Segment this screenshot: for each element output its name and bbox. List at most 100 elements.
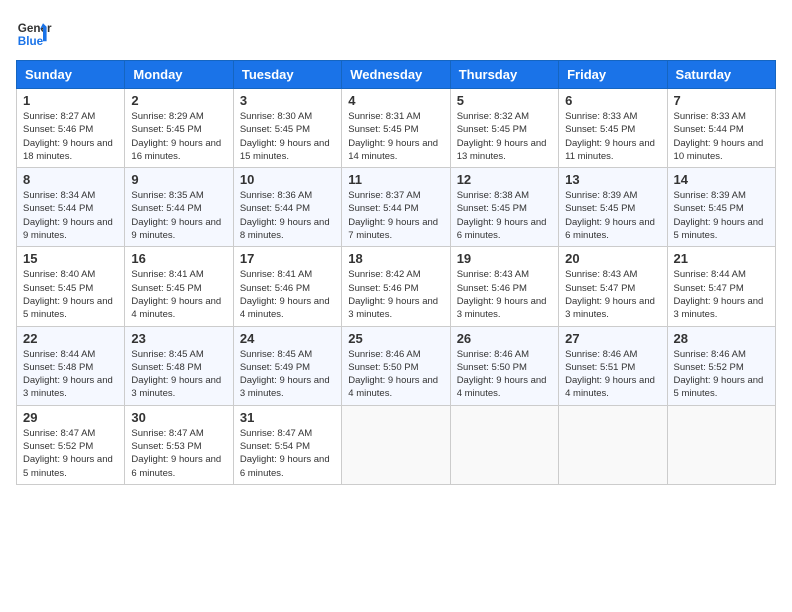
calendar-cell: 1 Sunrise: 8:27 AM Sunset: 5:46 PM Dayli… bbox=[17, 89, 125, 168]
calendar-cell: 16 Sunrise: 8:41 AM Sunset: 5:45 PM Dayl… bbox=[125, 247, 233, 326]
cell-content: Sunrise: 8:37 AM Sunset: 5:44 PM Dayligh… bbox=[348, 189, 443, 242]
cell-content: Sunrise: 8:44 AM Sunset: 5:48 PM Dayligh… bbox=[23, 348, 118, 401]
cell-content: Sunrise: 8:46 AM Sunset: 5:51 PM Dayligh… bbox=[565, 348, 660, 401]
calendar-cell bbox=[450, 405, 558, 484]
calendar-cell: 18 Sunrise: 8:42 AM Sunset: 5:46 PM Dayl… bbox=[342, 247, 450, 326]
cell-content: Sunrise: 8:39 AM Sunset: 5:45 PM Dayligh… bbox=[565, 189, 660, 242]
cell-content: Sunrise: 8:45 AM Sunset: 5:49 PM Dayligh… bbox=[240, 348, 335, 401]
cell-content: Sunrise: 8:46 AM Sunset: 5:50 PM Dayligh… bbox=[457, 348, 552, 401]
calendar-table: SundayMondayTuesdayWednesdayThursdayFrid… bbox=[16, 60, 776, 485]
calendar-cell: 24 Sunrise: 8:45 AM Sunset: 5:49 PM Dayl… bbox=[233, 326, 341, 405]
day-number: 8 bbox=[23, 172, 118, 187]
calendar-cell: 28 Sunrise: 8:46 AM Sunset: 5:52 PM Dayl… bbox=[667, 326, 775, 405]
cell-content: Sunrise: 8:43 AM Sunset: 5:47 PM Dayligh… bbox=[565, 268, 660, 321]
calendar-cell: 31 Sunrise: 8:47 AM Sunset: 5:54 PM Dayl… bbox=[233, 405, 341, 484]
calendar-cell: 22 Sunrise: 8:44 AM Sunset: 5:48 PM Dayl… bbox=[17, 326, 125, 405]
calendar-cell: 19 Sunrise: 8:43 AM Sunset: 5:46 PM Dayl… bbox=[450, 247, 558, 326]
cell-content: Sunrise: 8:40 AM Sunset: 5:45 PM Dayligh… bbox=[23, 268, 118, 321]
day-header-friday: Friday bbox=[559, 61, 667, 89]
cell-content: Sunrise: 8:31 AM Sunset: 5:45 PM Dayligh… bbox=[348, 110, 443, 163]
calendar-cell bbox=[342, 405, 450, 484]
cell-content: Sunrise: 8:27 AM Sunset: 5:46 PM Dayligh… bbox=[23, 110, 118, 163]
day-number: 21 bbox=[674, 251, 769, 266]
page-header: General Blue bbox=[16, 16, 776, 52]
calendar-week-1: 1 Sunrise: 8:27 AM Sunset: 5:46 PM Dayli… bbox=[17, 89, 776, 168]
svg-text:General: General bbox=[18, 22, 52, 35]
day-number: 1 bbox=[23, 93, 118, 108]
cell-content: Sunrise: 8:35 AM Sunset: 5:44 PM Dayligh… bbox=[131, 189, 226, 242]
cell-content: Sunrise: 8:29 AM Sunset: 5:45 PM Dayligh… bbox=[131, 110, 226, 163]
calendar-cell: 17 Sunrise: 8:41 AM Sunset: 5:46 PM Dayl… bbox=[233, 247, 341, 326]
cell-content: Sunrise: 8:38 AM Sunset: 5:45 PM Dayligh… bbox=[457, 189, 552, 242]
day-number: 19 bbox=[457, 251, 552, 266]
day-header-monday: Monday bbox=[125, 61, 233, 89]
day-number: 31 bbox=[240, 410, 335, 425]
day-number: 4 bbox=[348, 93, 443, 108]
svg-text:Blue: Blue bbox=[18, 35, 44, 48]
day-number: 24 bbox=[240, 331, 335, 346]
cell-content: Sunrise: 8:43 AM Sunset: 5:46 PM Dayligh… bbox=[457, 268, 552, 321]
day-number: 13 bbox=[565, 172, 660, 187]
logo-icon: General Blue bbox=[16, 16, 52, 52]
calendar-header-row: SundayMondayTuesdayWednesdayThursdayFrid… bbox=[17, 61, 776, 89]
calendar-cell bbox=[667, 405, 775, 484]
cell-content: Sunrise: 8:46 AM Sunset: 5:52 PM Dayligh… bbox=[674, 348, 769, 401]
calendar-cell: 29 Sunrise: 8:47 AM Sunset: 5:52 PM Dayl… bbox=[17, 405, 125, 484]
day-number: 17 bbox=[240, 251, 335, 266]
day-number: 12 bbox=[457, 172, 552, 187]
day-header-saturday: Saturday bbox=[667, 61, 775, 89]
day-number: 26 bbox=[457, 331, 552, 346]
day-number: 5 bbox=[457, 93, 552, 108]
day-number: 23 bbox=[131, 331, 226, 346]
calendar-cell: 4 Sunrise: 8:31 AM Sunset: 5:45 PM Dayli… bbox=[342, 89, 450, 168]
calendar-cell: 8 Sunrise: 8:34 AM Sunset: 5:44 PM Dayli… bbox=[17, 168, 125, 247]
calendar-cell bbox=[559, 405, 667, 484]
calendar-week-2: 8 Sunrise: 8:34 AM Sunset: 5:44 PM Dayli… bbox=[17, 168, 776, 247]
day-number: 25 bbox=[348, 331, 443, 346]
calendar-cell: 23 Sunrise: 8:45 AM Sunset: 5:48 PM Dayl… bbox=[125, 326, 233, 405]
calendar-cell: 5 Sunrise: 8:32 AM Sunset: 5:45 PM Dayli… bbox=[450, 89, 558, 168]
cell-content: Sunrise: 8:36 AM Sunset: 5:44 PM Dayligh… bbox=[240, 189, 335, 242]
day-number: 16 bbox=[131, 251, 226, 266]
calendar-cell: 11 Sunrise: 8:37 AM Sunset: 5:44 PM Dayl… bbox=[342, 168, 450, 247]
cell-content: Sunrise: 8:32 AM Sunset: 5:45 PM Dayligh… bbox=[457, 110, 552, 163]
calendar-cell: 10 Sunrise: 8:36 AM Sunset: 5:44 PM Dayl… bbox=[233, 168, 341, 247]
day-number: 27 bbox=[565, 331, 660, 346]
calendar-cell: 14 Sunrise: 8:39 AM Sunset: 5:45 PM Dayl… bbox=[667, 168, 775, 247]
day-number: 11 bbox=[348, 172, 443, 187]
cell-content: Sunrise: 8:44 AM Sunset: 5:47 PM Dayligh… bbox=[674, 268, 769, 321]
cell-content: Sunrise: 8:39 AM Sunset: 5:45 PM Dayligh… bbox=[674, 189, 769, 242]
day-number: 20 bbox=[565, 251, 660, 266]
calendar-cell: 2 Sunrise: 8:29 AM Sunset: 5:45 PM Dayli… bbox=[125, 89, 233, 168]
cell-content: Sunrise: 8:41 AM Sunset: 5:46 PM Dayligh… bbox=[240, 268, 335, 321]
cell-content: Sunrise: 8:46 AM Sunset: 5:50 PM Dayligh… bbox=[348, 348, 443, 401]
day-number: 30 bbox=[131, 410, 226, 425]
calendar-cell: 13 Sunrise: 8:39 AM Sunset: 5:45 PM Dayl… bbox=[559, 168, 667, 247]
calendar-cell: 6 Sunrise: 8:33 AM Sunset: 5:45 PM Dayli… bbox=[559, 89, 667, 168]
cell-content: Sunrise: 8:47 AM Sunset: 5:53 PM Dayligh… bbox=[131, 427, 226, 480]
calendar-cell: 20 Sunrise: 8:43 AM Sunset: 5:47 PM Dayl… bbox=[559, 247, 667, 326]
calendar-cell: 9 Sunrise: 8:35 AM Sunset: 5:44 PM Dayli… bbox=[125, 168, 233, 247]
calendar-cell: 26 Sunrise: 8:46 AM Sunset: 5:50 PM Dayl… bbox=[450, 326, 558, 405]
day-number: 14 bbox=[674, 172, 769, 187]
calendar-cell: 25 Sunrise: 8:46 AM Sunset: 5:50 PM Dayl… bbox=[342, 326, 450, 405]
day-number: 29 bbox=[23, 410, 118, 425]
cell-content: Sunrise: 8:34 AM Sunset: 5:44 PM Dayligh… bbox=[23, 189, 118, 242]
day-number: 9 bbox=[131, 172, 226, 187]
day-number: 3 bbox=[240, 93, 335, 108]
day-number: 6 bbox=[565, 93, 660, 108]
cell-content: Sunrise: 8:42 AM Sunset: 5:46 PM Dayligh… bbox=[348, 268, 443, 321]
calendar-cell: 3 Sunrise: 8:30 AM Sunset: 5:45 PM Dayli… bbox=[233, 89, 341, 168]
day-header-tuesday: Tuesday bbox=[233, 61, 341, 89]
cell-content: Sunrise: 8:41 AM Sunset: 5:45 PM Dayligh… bbox=[131, 268, 226, 321]
day-number: 7 bbox=[674, 93, 769, 108]
logo: General Blue bbox=[16, 16, 52, 52]
cell-content: Sunrise: 8:30 AM Sunset: 5:45 PM Dayligh… bbox=[240, 110, 335, 163]
day-number: 15 bbox=[23, 251, 118, 266]
cell-content: Sunrise: 8:33 AM Sunset: 5:44 PM Dayligh… bbox=[674, 110, 769, 163]
day-number: 10 bbox=[240, 172, 335, 187]
calendar-cell: 15 Sunrise: 8:40 AM Sunset: 5:45 PM Dayl… bbox=[17, 247, 125, 326]
calendar-week-4: 22 Sunrise: 8:44 AM Sunset: 5:48 PM Dayl… bbox=[17, 326, 776, 405]
day-header-wednesday: Wednesday bbox=[342, 61, 450, 89]
cell-content: Sunrise: 8:45 AM Sunset: 5:48 PM Dayligh… bbox=[131, 348, 226, 401]
